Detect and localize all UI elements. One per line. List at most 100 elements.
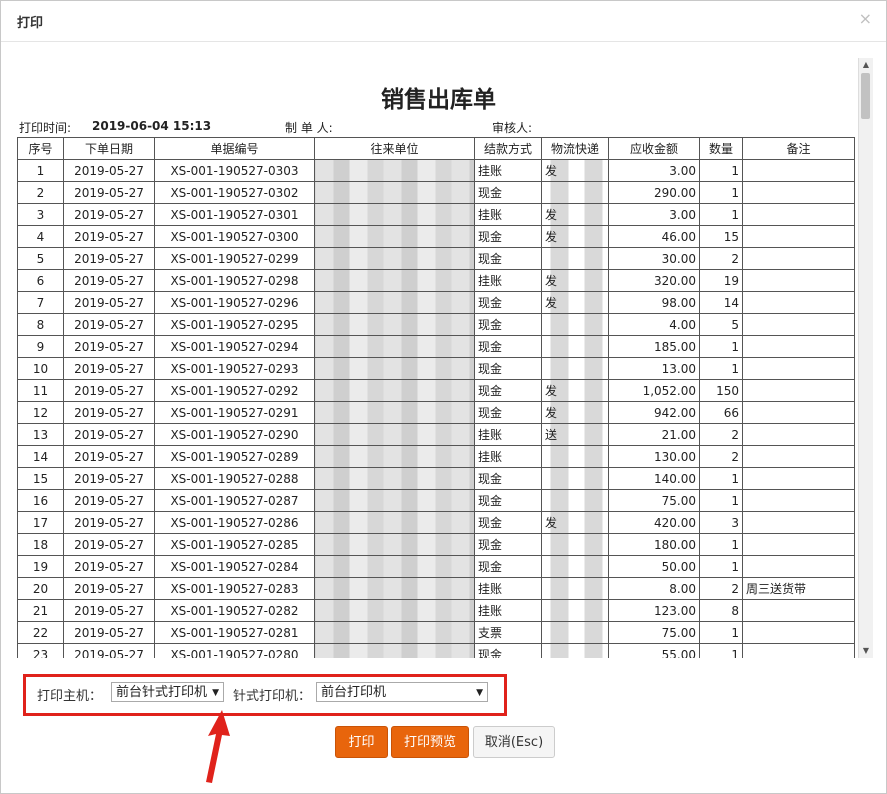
row-qty: 2 xyxy=(699,445,743,468)
row-qty: 14 xyxy=(699,291,743,314)
scroll-up-icon[interactable]: ▲ xyxy=(859,58,873,72)
row-amount: 180.00 xyxy=(608,533,700,556)
col-header-unit: 往来单位 xyxy=(314,137,475,160)
scroll-down-icon[interactable]: ▼ xyxy=(859,644,873,658)
row-note xyxy=(742,291,855,314)
row-amount: 21.00 xyxy=(608,423,700,446)
row-shipping xyxy=(541,467,609,490)
table-row: 5 2019-05-27 XS-001-190527-0299 现金 30.00 2 xyxy=(17,247,855,270)
row-qty: 1 xyxy=(699,533,743,556)
row-amount: 4.00 xyxy=(608,313,700,336)
row-no: 5 xyxy=(17,247,64,270)
row-payment: 挂账 xyxy=(474,577,542,600)
row-no: 11 xyxy=(17,379,64,402)
row-note xyxy=(742,247,855,270)
row-no: 12 xyxy=(17,401,64,424)
print-host-select[interactable]: 前台针式打印机 ▼ xyxy=(111,682,224,702)
row-no: 22 xyxy=(17,621,64,644)
row-code: XS-001-190527-0282 xyxy=(154,599,315,622)
print-time-label: 打印时间: xyxy=(19,121,72,135)
row-note xyxy=(742,511,855,534)
print-dialog: 打印 × 销售出库单 打印时间: 2019-06-04 15:13 制 单 人:… xyxy=(0,0,887,794)
row-payment: 现金 xyxy=(474,335,542,358)
row-payment: 现金 xyxy=(474,379,542,402)
row-date: 2019-05-27 xyxy=(63,159,155,182)
table-row: 2 2019-05-27 XS-001-190527-0302 现金 290.00 1 xyxy=(17,181,855,204)
row-date: 2019-05-27 xyxy=(63,291,155,314)
row-code: XS-001-190527-0292 xyxy=(154,379,315,402)
col-header-date: 下单日期 xyxy=(63,137,155,160)
row-shipping: 发 xyxy=(541,291,609,314)
table-row: 18 2019-05-27 XS-001-190527-0285 现金 180.00 1 xyxy=(17,533,855,556)
row-amount: 3.00 xyxy=(608,159,700,182)
row-unit xyxy=(314,335,475,358)
row-no: 1 xyxy=(17,159,64,182)
row-shipping xyxy=(541,555,609,578)
row-unit xyxy=(314,621,475,644)
row-note xyxy=(742,357,855,380)
row-note xyxy=(742,489,855,512)
row-unit xyxy=(314,643,475,658)
row-date: 2019-05-27 xyxy=(63,555,155,578)
row-note xyxy=(742,225,855,248)
row-payment: 现金 xyxy=(474,181,542,204)
row-shipping xyxy=(541,643,609,658)
table-row: 17 2019-05-27 XS-001-190527-0286 现金发 420.00 3 xyxy=(17,511,855,534)
row-date: 2019-05-27 xyxy=(63,599,155,622)
row-no: 2 xyxy=(17,181,64,204)
row-code: XS-001-190527-0298 xyxy=(154,269,315,292)
row-note xyxy=(742,269,855,292)
table-row: 1 2019-05-27 XS-001-190527-0303 挂账发 3.00 1 xyxy=(17,159,855,182)
col-header-code: 单据编号 xyxy=(154,137,315,160)
vertical-scrollbar[interactable]: ▲ ▼ xyxy=(858,58,873,658)
row-date: 2019-05-27 xyxy=(63,335,155,358)
row-qty: 5 xyxy=(699,313,743,336)
scrollbar-thumb[interactable] xyxy=(861,73,870,119)
row-code: XS-001-190527-0288 xyxy=(154,467,315,490)
row-unit xyxy=(314,467,475,490)
row-payment: 现金 xyxy=(474,357,542,380)
row-amount: 1,052.00 xyxy=(608,379,700,402)
row-date: 2019-05-27 xyxy=(63,489,155,512)
row-shipping: 发 xyxy=(541,379,609,402)
row-shipping: 发 xyxy=(541,401,609,424)
cancel-button[interactable]: 取消(Esc) xyxy=(473,726,555,758)
dot-printer-select[interactable]: 前台打印机 ▼ xyxy=(316,682,488,702)
row-qty: 1 xyxy=(699,335,743,358)
row-code: XS-001-190527-0296 xyxy=(154,291,315,314)
row-qty: 15 xyxy=(699,225,743,248)
print-preview-area[interactable]: 销售出库单 打印时间: 2019-06-04 15:13 制 单 人: 审核人:… xyxy=(3,58,874,658)
print-time-value: 2019-06-04 15:13 xyxy=(92,119,212,133)
table-row: 9 2019-05-27 XS-001-190527-0294 现金 185.00 1 xyxy=(17,335,855,358)
row-amount: 46.00 xyxy=(608,225,700,248)
row-code: XS-001-190527-0289 xyxy=(154,445,315,468)
sales-table: 序号 下单日期 单据编号 往来单位 结款方式 物流快递 应收金额 数量 备注 1… xyxy=(17,137,855,658)
row-amount: 50.00 xyxy=(608,555,700,578)
close-icon[interactable]: × xyxy=(859,9,872,28)
print-button[interactable]: 打印 xyxy=(335,726,388,758)
row-shipping xyxy=(541,445,609,468)
row-payment: 挂账 xyxy=(474,269,542,292)
table-row: 20 2019-05-27 XS-001-190527-0283 挂账 8.00 2 周三送… xyxy=(17,577,855,600)
row-shipping xyxy=(541,533,609,556)
row-payment: 现金 xyxy=(474,555,542,578)
row-amount: 140.00 xyxy=(608,467,700,490)
row-qty: 1 xyxy=(699,643,743,658)
row-shipping xyxy=(541,247,609,270)
row-amount: 75.00 xyxy=(608,489,700,512)
row-amount: 55.00 xyxy=(608,643,700,658)
row-date: 2019-05-27 xyxy=(63,247,155,270)
table-row: 19 2019-05-27 XS-001-190527-0284 现金 50.00 1 xyxy=(17,555,855,578)
row-date: 2019-05-27 xyxy=(63,181,155,204)
row-date: 2019-05-27 xyxy=(63,357,155,380)
dot-printer-label: 针式打印机： xyxy=(233,689,312,704)
row-date: 2019-05-27 xyxy=(63,203,155,226)
row-shipping: 发 xyxy=(541,269,609,292)
row-qty: 1 xyxy=(699,159,743,182)
row-no: 8 xyxy=(17,313,64,336)
row-unit xyxy=(314,313,475,336)
row-date: 2019-05-27 xyxy=(63,445,155,468)
print-preview-button[interactable]: 打印预览 xyxy=(391,726,469,758)
row-note xyxy=(742,313,855,336)
row-shipping xyxy=(541,357,609,380)
